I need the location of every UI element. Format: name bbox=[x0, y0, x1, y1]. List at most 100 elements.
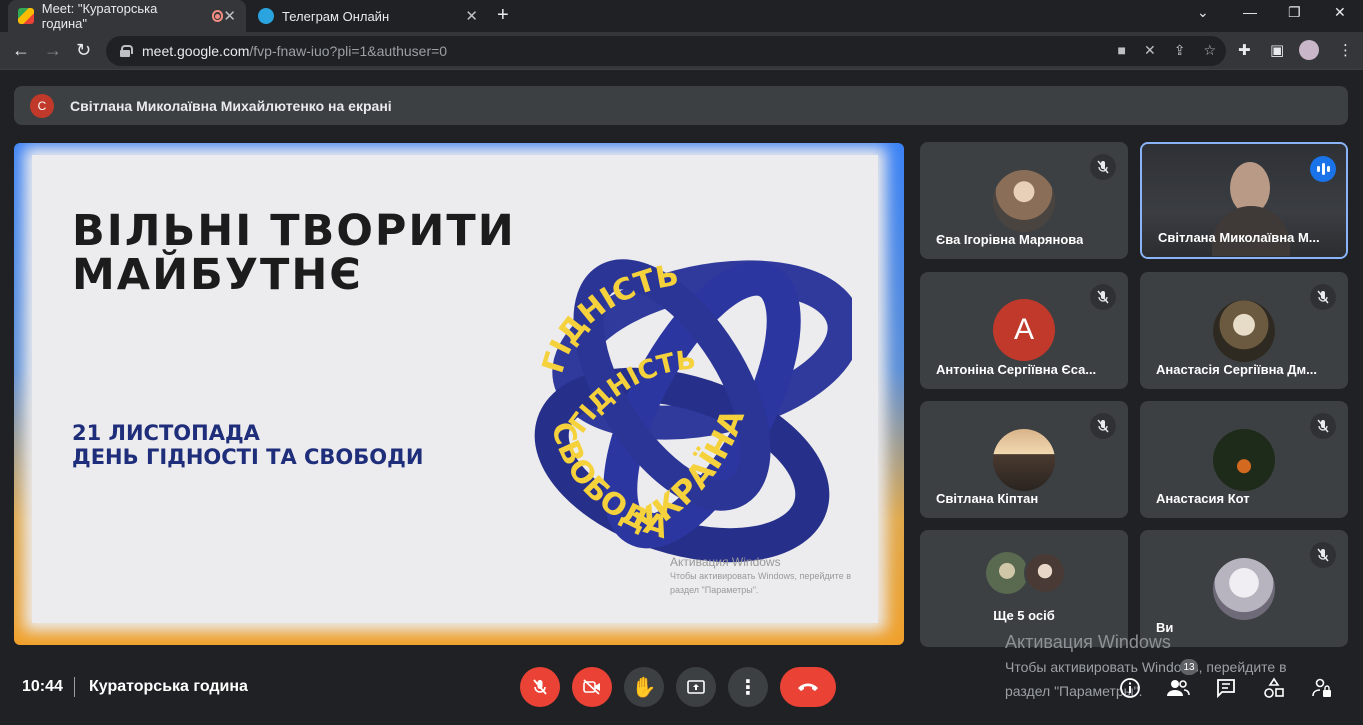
camera-toggle-button[interactable] bbox=[572, 667, 612, 707]
current-time: 10:44 bbox=[22, 678, 63, 695]
url-path: /fvp-fnaw-iuo?pli=1&authuser=0 bbox=[249, 43, 448, 59]
back-button[interactable]: ← bbox=[12, 40, 30, 61]
new-tab-button[interactable]: + bbox=[497, 4, 509, 27]
present-icon bbox=[687, 680, 705, 694]
slide-windows-watermark: Активация Windows Чтобы активировать Win… bbox=[670, 555, 851, 597]
hang-up-icon bbox=[798, 683, 818, 691]
mic-off-icon bbox=[1310, 284, 1336, 310]
participant-name: Світлана Кіптан bbox=[936, 491, 1039, 506]
participant-name: Єва Ігорівна Марянова bbox=[936, 232, 1084, 247]
tab-title: Meet: "Кураторська година" bbox=[41, 1, 158, 31]
restore-button[interactable]: ❐ bbox=[1288, 4, 1301, 21]
close-window-button[interactable]: ✕ bbox=[1334, 4, 1346, 21]
avatar bbox=[993, 170, 1055, 232]
browser-tab-strip: Meet: "Кураторська година" ✕ Телеграм Он… bbox=[0, 0, 1363, 32]
participant-tile-self[interactable]: Ви bbox=[1140, 530, 1348, 647]
raise-hand-button[interactable]: ✋ bbox=[624, 667, 664, 707]
watermark-title: Активация Windows bbox=[670, 555, 781, 569]
slide-subtitle: 21 ЛИСТОПАДА ДЕНЬ ГІДНОСТІ ТА СВОБОДИ bbox=[72, 421, 423, 469]
more-vert-icon: ⋮ bbox=[738, 676, 758, 699]
google-meet-icon bbox=[18, 8, 34, 24]
sidepanel-icon[interactable]: ▣ bbox=[1270, 41, 1284, 59]
meet-control-bar: 10:44 Кураторська година ✋ ⋮ 13 bbox=[0, 655, 1363, 725]
participant-name: Анастасія Сергіївна Дм... bbox=[1156, 362, 1317, 377]
avatar: А bbox=[993, 299, 1055, 361]
avatar bbox=[1213, 558, 1275, 620]
mic-toggle-button[interactable] bbox=[520, 667, 560, 707]
chat-button[interactable] bbox=[1213, 675, 1239, 701]
more-participants-tile[interactable]: Ще 5 осіб bbox=[920, 530, 1128, 647]
participant-tile[interactable]: А Антоніна Сергіївна Єса... bbox=[920, 272, 1128, 389]
tab-meet[interactable]: Meet: "Кураторська година" ✕ bbox=[8, 0, 246, 32]
host-controls-button[interactable] bbox=[1309, 675, 1335, 701]
avatar bbox=[986, 552, 1028, 594]
people-button[interactable] bbox=[1165, 675, 1191, 701]
divider bbox=[74, 677, 75, 697]
watermark-title: Активация Windows bbox=[1005, 632, 1171, 652]
slide-title-line: ВІЛЬНІ ТВОРИТИ bbox=[72, 206, 516, 256]
mic-blocked-icon[interactable]: ✕ bbox=[1144, 42, 1156, 59]
present-screen-button[interactable] bbox=[676, 667, 716, 707]
activities-button[interactable] bbox=[1261, 675, 1287, 701]
minimize-button[interactable]: — bbox=[1243, 4, 1257, 20]
meeting-title: Кураторська година bbox=[89, 678, 248, 695]
meeting-details-button[interactable] bbox=[1117, 675, 1143, 701]
reload-button[interactable]: ↻ bbox=[76, 40, 91, 61]
slide-subtitle-line: ДЕНЬ ГІДНОСТІ ТА СВОБОДИ bbox=[72, 445, 424, 469]
participant-tile[interactable]: Анастасия Кот bbox=[1140, 401, 1348, 518]
close-icon[interactable]: ✕ bbox=[465, 7, 478, 25]
watermark-line: раздел "Параметры". bbox=[670, 585, 759, 595]
lock-icon bbox=[120, 45, 133, 57]
avatar bbox=[1213, 300, 1275, 362]
people-icon bbox=[1167, 680, 1190, 696]
info-icon bbox=[1120, 678, 1140, 698]
mic-off-icon bbox=[1090, 154, 1116, 180]
camera-off-icon bbox=[583, 679, 600, 695]
address-bar[interactable]: meet.google.com/fvp-fnaw-iuo?pli=1&authu… bbox=[106, 36, 1226, 66]
profile-avatar[interactable] bbox=[1299, 40, 1319, 60]
presenting-text: Світлана Миколаївна Михайлютенко на екра… bbox=[70, 97, 392, 114]
browser-toolbar: ← → ↻ meet.google.com/fvp-fnaw-iuo?pli=1… bbox=[0, 32, 1363, 70]
menu-icon[interactable]: ⋮ bbox=[1338, 41, 1353, 59]
chat-icon bbox=[1217, 679, 1235, 699]
participant-tile[interactable]: Єва Ігорівна Марянова bbox=[920, 142, 1128, 259]
hand-icon: ✋ bbox=[631, 676, 657, 699]
slide: ВІЛЬНІ ТВОРИТИ МАЙБУТНЄ 21 ЛИСТОПАДА ДЕН… bbox=[32, 155, 878, 623]
presenting-banner: С Світлана Миколаївна Михайлютенко на ек… bbox=[14, 86, 1348, 125]
slide-title: ВІЛЬНІ ТВОРИТИ МАЙБУТНЄ bbox=[72, 209, 516, 297]
avatar bbox=[993, 429, 1055, 491]
lock-person-icon bbox=[1312, 678, 1331, 697]
url-host: meet.google.com bbox=[142, 43, 250, 59]
mic-off-icon bbox=[1310, 413, 1336, 439]
avatar: С bbox=[30, 93, 54, 118]
mic-off-icon bbox=[1310, 542, 1336, 568]
extensions-icon[interactable]: ✚ bbox=[1238, 41, 1251, 59]
camera-icon[interactable]: ■ bbox=[1118, 42, 1126, 59]
participant-tile[interactable]: Світлана Кіптан bbox=[920, 401, 1128, 518]
ribbon-sphere-graphic: ГІДНІСТЬ ГІДНІСТЬ УКРАЇНА СВОБОДА bbox=[534, 258, 852, 563]
participant-name: Антоніна Сергіївна Єса... bbox=[936, 362, 1097, 377]
leave-call-button[interactable] bbox=[780, 667, 836, 707]
share-icon[interactable]: ⇪ bbox=[1174, 42, 1186, 59]
people-count-badge: 13 bbox=[1180, 659, 1198, 675]
more-options-button[interactable]: ⋮ bbox=[728, 667, 768, 707]
activities-icon bbox=[1264, 677, 1284, 698]
avatar bbox=[1024, 552, 1066, 594]
participant-name: Ще 5 осіб bbox=[993, 608, 1055, 623]
telegram-icon bbox=[258, 8, 274, 24]
forward-button[interactable]: → bbox=[44, 40, 62, 61]
tab-telegram[interactable]: Телеграм Онлайн ✕ bbox=[248, 0, 488, 32]
participant-tile[interactable]: Анастасія Сергіївна Дм... bbox=[1140, 272, 1348, 389]
avatar bbox=[1213, 429, 1275, 491]
mic-off-icon bbox=[1090, 413, 1116, 439]
chevron-down-icon[interactable]: ⌄ bbox=[1197, 4, 1209, 21]
mic-off-icon bbox=[533, 679, 547, 695]
close-icon[interactable]: ✕ bbox=[223, 7, 236, 25]
participant-tile[interactable]: Світлана Миколаївна М... bbox=[1140, 142, 1348, 259]
participant-name: Анастасия Кот bbox=[1156, 491, 1250, 506]
bookmark-star-icon[interactable]: ☆ bbox=[1203, 42, 1216, 59]
watermark-line: Чтобы активировать Windows, перейдите в bbox=[670, 571, 851, 581]
mic-off-icon bbox=[1090, 284, 1116, 310]
participant-name: Світлана Миколаївна М... bbox=[1158, 230, 1320, 245]
slide-title-line: МАЙБУТНЄ bbox=[72, 250, 363, 300]
